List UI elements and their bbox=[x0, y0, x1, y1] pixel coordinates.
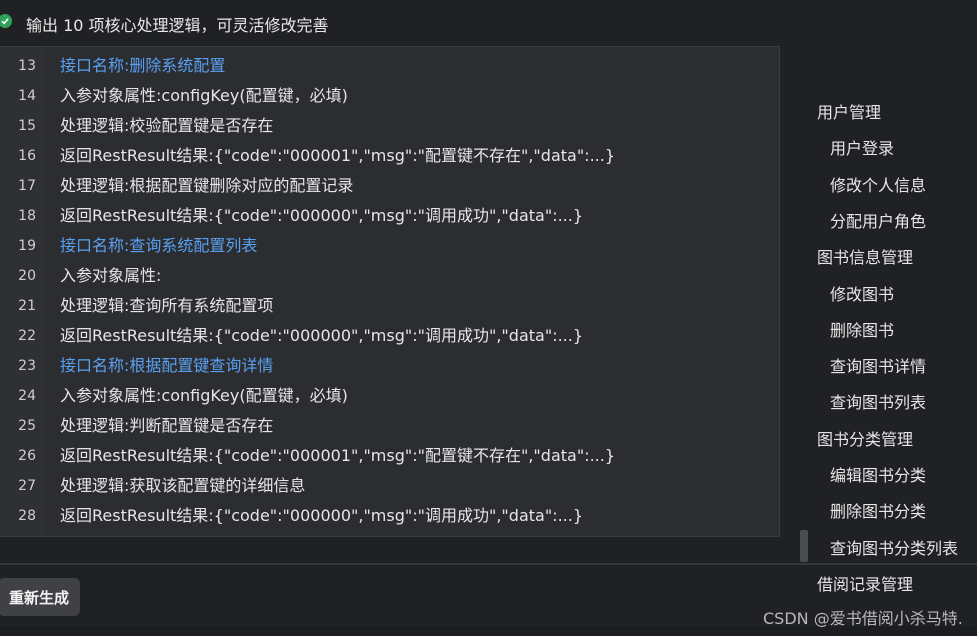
line-number: 21 bbox=[18, 298, 36, 314]
code-line: 21 处理逻辑:查询所有系统配置项 bbox=[0, 291, 780, 321]
code-line-text: 处理逻辑:查询所有系统配置项 bbox=[60, 296, 274, 315]
outline-item[interactable]: 分配用户角色 bbox=[830, 208, 926, 232]
outline-section[interactable]: 用户管理 bbox=[817, 99, 881, 123]
outline-item[interactable]: 查询图书详情 bbox=[830, 353, 926, 377]
code-line: 18 返回RestResult结果:{"code":"000000","msg":… bbox=[0, 201, 780, 231]
code-line: 24 入参对象属性:configKey(配置键，必填) bbox=[0, 381, 780, 411]
line-number: 25 bbox=[18, 418, 36, 434]
line-number: 22 bbox=[18, 328, 36, 344]
code-line: 17 处理逻辑:根据配置键删除对应的配置记录 bbox=[0, 171, 780, 201]
outline-section[interactable]: 图书信息管理 bbox=[817, 244, 913, 268]
outline-item[interactable]: 查询图书分类列表 bbox=[830, 535, 958, 559]
status-header: 输出 10 项核心处理逻辑，可灵活修改完善 bbox=[0, 0, 977, 46]
code-line: 26 返回RestResult结果:{"code":"000001","msg":… bbox=[0, 441, 780, 471]
check-circle-icon bbox=[0, 14, 12, 28]
outline-item[interactable]: 用户登录 bbox=[830, 135, 894, 159]
line-number: 23 bbox=[18, 358, 36, 374]
code-line: 13 接口名称:删除系统配置 bbox=[0, 51, 780, 81]
outline-item[interactable]: 删除图书分类 bbox=[830, 498, 926, 522]
code-line-text: 返回RestResult结果:{"code":"000000","msg":"调… bbox=[60, 326, 584, 345]
code-line: 22 返回RestResult结果:{"code":"000000","msg":… bbox=[0, 321, 780, 351]
scrollbar-thumb[interactable] bbox=[800, 530, 808, 562]
code-line-text: 处理逻辑:获取该配置键的详细信息 bbox=[60, 476, 306, 495]
line-number: 17 bbox=[18, 178, 36, 194]
watermark: CSDN @爱书借阅小杀马特. bbox=[763, 609, 963, 628]
outline-section[interactable]: 借阅记录管理 bbox=[817, 571, 913, 595]
code-line: 25 处理逻辑:判断配置键是否存在 bbox=[0, 411, 780, 441]
line-number: 20 bbox=[18, 268, 36, 284]
line-number: 24 bbox=[18, 388, 36, 404]
outline-item[interactable]: 修改个人信息 bbox=[830, 172, 926, 196]
code-line: 28 返回RestResult结果:{"code":"000000","msg":… bbox=[0, 501, 780, 531]
code-line: 19 接口名称:查询系统配置列表 bbox=[0, 231, 780, 261]
line-number: 18 bbox=[18, 208, 36, 224]
line-number: 26 bbox=[18, 448, 36, 464]
status-text: 输出 10 项核心处理逻辑，可灵活修改完善 bbox=[26, 16, 329, 35]
outline-section[interactable]: 图书分类管理 bbox=[817, 426, 913, 450]
interface-name-line: 接口名称:查询系统配置列表 bbox=[60, 236, 258, 255]
outline-item[interactable]: 查询图书列表 bbox=[830, 389, 926, 413]
code-line: 20 入参对象属性: bbox=[0, 261, 780, 291]
interface-name-line: 接口名称:根据配置键查询详情 bbox=[60, 356, 274, 375]
code-line-text: 入参对象属性:configKey(配置键，必填) bbox=[60, 386, 348, 405]
code-line-text: 入参对象属性:configKey(配置键，必填) bbox=[60, 86, 348, 105]
code-panel: 13 接口名称:删除系统配置 14 入参对象属性:configKey(配置键，必填) 1… bbox=[0, 46, 780, 537]
code-line-text: 处理逻辑:根据配置键删除对应的配置记录 bbox=[60, 176, 354, 195]
code-line: 16 返回RestResult结果:{"code":"000001","msg":… bbox=[0, 141, 780, 171]
code-line-text: 处理逻辑:判断配置键是否存在 bbox=[60, 416, 274, 435]
line-number: 13 bbox=[18, 58, 36, 74]
line-number: 28 bbox=[18, 508, 36, 524]
code-line: 14 入参对象属性:configKey(配置键，必填) bbox=[0, 81, 780, 111]
line-number: 27 bbox=[18, 478, 36, 494]
regenerate-button[interactable]: 重新生成 bbox=[0, 578, 80, 616]
code-line-text: 入参对象属性: bbox=[60, 266, 162, 285]
divider bbox=[0, 563, 977, 565]
code-line: 23 接口名称:根据配置键查询详情 bbox=[0, 351, 780, 381]
code-line-text: 返回RestResult结果:{"code":"000000","msg":"调… bbox=[60, 206, 584, 225]
line-number: 15 bbox=[18, 118, 36, 134]
line-number: 19 bbox=[18, 238, 36, 254]
outline-item[interactable]: 删除图书 bbox=[830, 317, 894, 341]
line-number: 14 bbox=[18, 88, 36, 104]
interface-name-line: 接口名称:删除系统配置 bbox=[60, 56, 226, 75]
code-line: 27 处理逻辑:获取该配置键的详细信息 bbox=[0, 471, 780, 501]
code-line-text: 返回RestResult结果:{"code":"000001","msg":"配… bbox=[60, 146, 616, 165]
line-number: 16 bbox=[18, 148, 36, 164]
code-line-text: 返回RestResult结果:{"code":"000001","msg":"配… bbox=[60, 446, 616, 465]
code-line: 15 处理逻辑:校验配置键是否存在 bbox=[0, 111, 780, 141]
outline-item[interactable]: 修改图书 bbox=[830, 281, 894, 305]
code-line-text: 返回RestResult结果:{"code":"000000","msg":"调… bbox=[60, 506, 584, 525]
code-line-text: 处理逻辑:校验配置键是否存在 bbox=[60, 116, 274, 135]
outline-item[interactable]: 编辑图书分类 bbox=[830, 462, 926, 486]
